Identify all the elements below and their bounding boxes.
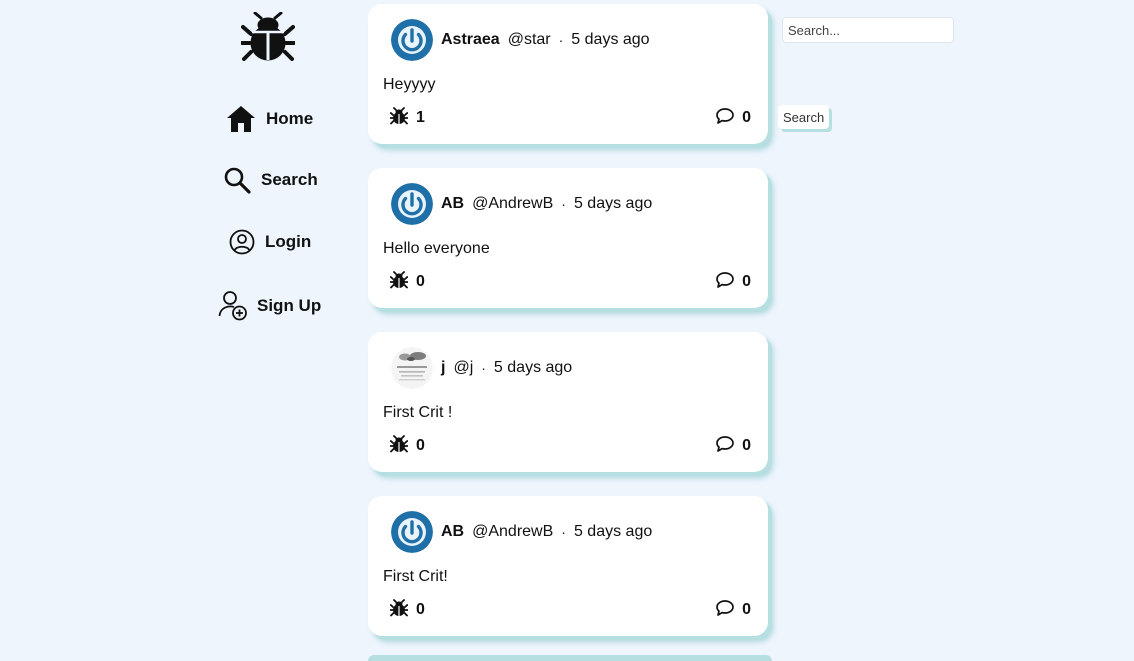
- comment-button[interactable]: 0: [716, 271, 751, 294]
- post-card[interactable]: AB @AndrewB · 5 days ago Hello everyone …: [368, 168, 768, 308]
- display-name[interactable]: Astraea: [441, 31, 500, 49]
- user-circle-icon: [229, 229, 255, 255]
- search-icon: [223, 166, 251, 194]
- display-name[interactable]: AB: [441, 523, 464, 541]
- bug-icon: [389, 434, 409, 458]
- comment-button[interactable]: 0: [716, 599, 751, 622]
- comment-icon: [716, 271, 734, 294]
- bug-icon: [389, 270, 409, 294]
- post-timestamp: 5 days ago: [571, 31, 650, 48]
- comment-count: 0: [742, 601, 751, 618]
- post-card[interactable]: j @j · 5 days ago First Crit ! 0 0: [368, 332, 768, 472]
- post-body: First Crit!: [383, 568, 448, 585]
- comment-icon: [716, 435, 734, 458]
- bug-like-button[interactable]: 1: [389, 106, 425, 130]
- nav-search[interactable]: Search: [223, 166, 318, 194]
- bug-count: 1: [416, 109, 425, 126]
- bug-icon: [389, 598, 409, 622]
- post-actions: 1 0: [389, 106, 751, 130]
- nav-signup[interactable]: Sign Up: [218, 290, 321, 322]
- next-post-card-edge: [368, 655, 772, 661]
- display-name[interactable]: j: [441, 359, 445, 377]
- bug-like-button[interactable]: 0: [389, 270, 425, 294]
- user-handle[interactable]: @j: [453, 359, 473, 377]
- bug-icon: [389, 106, 409, 130]
- comment-icon: [716, 599, 734, 622]
- nav-home[interactable]: Home: [226, 105, 313, 133]
- post-header: AB @AndrewB · 5 days ago: [391, 511, 652, 553]
- nav-home-label: Home: [266, 109, 314, 128]
- separator-dot: ·: [481, 360, 486, 376]
- separator-dot: ·: [561, 524, 566, 540]
- comment-count: 0: [742, 437, 751, 454]
- user-handle[interactable]: @AndrewB: [472, 195, 553, 213]
- user-handle[interactable]: @star: [508, 31, 551, 49]
- search-button[interactable]: Search: [778, 105, 830, 129]
- post-header: Astraea @star · 5 days ago: [391, 19, 650, 61]
- bug-like-button[interactable]: 0: [389, 598, 425, 622]
- bug-count: 0: [416, 273, 425, 290]
- avatar[interactable]: [391, 511, 433, 553]
- avatar[interactable]: [391, 19, 433, 61]
- nav-login-label: Login: [265, 232, 312, 251]
- nav-search-label: Search: [261, 170, 318, 189]
- post-actions: 0 0: [389, 270, 751, 294]
- post-actions: 0 0: [389, 598, 751, 622]
- post-header: AB @AndrewB · 5 days ago: [391, 183, 652, 225]
- post-body: First Crit !: [383, 404, 453, 421]
- separator-dot: ·: [561, 196, 566, 212]
- post-timestamp: 5 days ago: [573, 523, 653, 540]
- search-input[interactable]: [782, 17, 954, 43]
- post-timestamp: 5 days ago: [493, 359, 573, 376]
- post-body: Heyyyy: [383, 76, 436, 93]
- post-timestamp: 5 days ago: [573, 195, 653, 212]
- display-name[interactable]: AB: [441, 195, 464, 213]
- bug-logo-icon[interactable]: [240, 11, 296, 62]
- post-actions: 0 0: [389, 434, 751, 458]
- nav-signup-label: Sign Up: [257, 296, 322, 315]
- post-body: Hello everyone: [383, 240, 490, 257]
- comment-icon: [716, 107, 734, 130]
- post-card[interactable]: Astraea @star · 5 days ago Heyyyy 1 0: [368, 4, 768, 144]
- bug-like-button[interactable]: 0: [389, 434, 425, 458]
- post-card[interactable]: AB @AndrewB · 5 days ago First Crit! 0 0: [368, 496, 768, 636]
- comment-button[interactable]: 0: [716, 107, 751, 130]
- bug-count: 0: [416, 601, 425, 618]
- post-header: j @j · 5 days ago: [391, 347, 572, 389]
- user-add-icon: [218, 290, 248, 322]
- comment-button[interactable]: 0: [716, 435, 751, 458]
- bug-count: 0: [416, 437, 425, 454]
- comment-count: 0: [742, 109, 751, 126]
- nav-login[interactable]: Login: [229, 229, 311, 255]
- avatar[interactable]: [391, 347, 433, 389]
- user-handle[interactable]: @AndrewB: [472, 523, 553, 541]
- home-icon: [226, 105, 256, 133]
- avatar[interactable]: [391, 183, 433, 225]
- separator-dot: ·: [558, 32, 564, 48]
- comment-count: 0: [742, 273, 751, 290]
